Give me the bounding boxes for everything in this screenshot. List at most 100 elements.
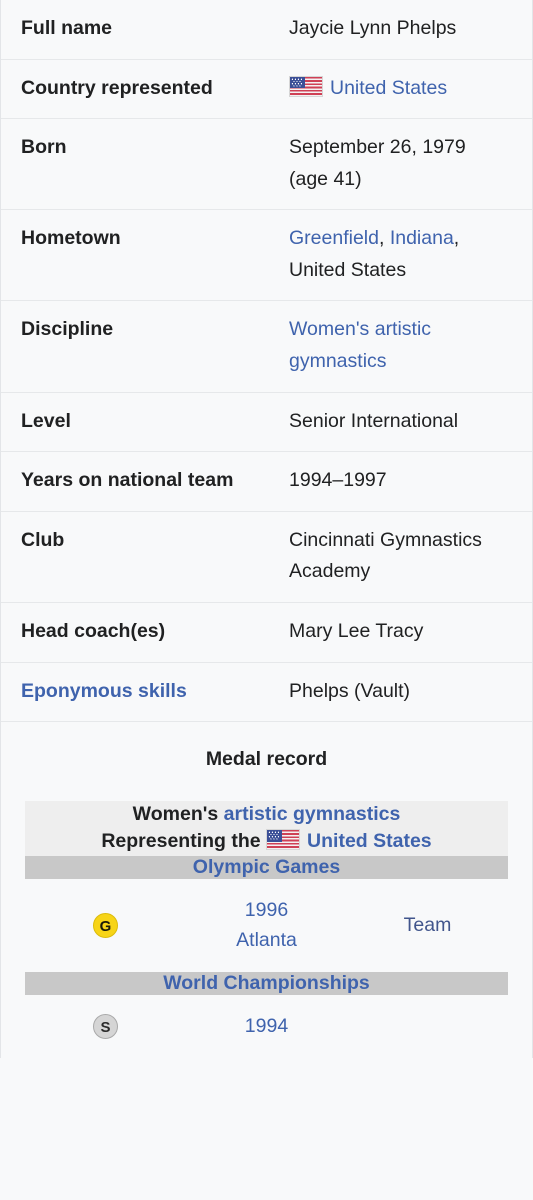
games-line: Atlanta — [236, 929, 297, 952]
value-line: 1994–1997 — [289, 465, 512, 497]
link-indiana[interactable]: Indiana — [390, 227, 454, 249]
text-fragment: United States — [289, 258, 407, 281]
medal-representing-row: Representing the United States — [25, 828, 508, 856]
text-fragment: Mary Lee Tracy — [289, 619, 424, 642]
infobox-label-full-name: Full name — [21, 17, 113, 39]
medal-entry-row: G 1996 Atlanta Team — [25, 878, 508, 973]
infobox-value: Senior International — [277, 391, 532, 452]
infobox-label-eponymous-skills[interactable]: Eponymous skills — [1, 661, 277, 722]
medal-event-header: World Championships — [25, 972, 508, 996]
discipline-prefix: Women's — [132, 803, 219, 826]
value-line: Academy — [289, 556, 512, 588]
value-line: Greenfield, Indiana, — [289, 223, 512, 255]
silver-medal-icon: S — [93, 1014, 118, 1040]
athlete-infobox: Full name Jaycie Lynn Phelps Country repre… — [0, 0, 533, 1059]
medal-event-cell — [347, 995, 508, 1059]
text-fragment: , — [453, 227, 460, 250]
medal-representing: Representing the United States — [25, 828, 508, 856]
games-link[interactable]: 1994 — [186, 1011, 347, 1042]
medal-entry-row: S 1994 — [25, 995, 508, 1059]
value-line: United States — [289, 255, 512, 287]
event-link-world-championships[interactable]: World Championships — [163, 972, 370, 994]
infobox-row: Country represented United States — [1, 58, 532, 119]
text-fragment: 1994–1997 — [289, 469, 387, 492]
medal-discipline-row: Women's artistic gymnastics — [25, 801, 508, 829]
text-fragment: September 26, 1979 — [289, 136, 466, 159]
games-line: 1994 — [244, 1015, 289, 1038]
infobox-row: Level Senior International — [1, 391, 532, 452]
infobox-row: Born September 26, 1979 (age 41) — [1, 118, 532, 210]
infobox-row: Full name Jaycie Lynn Phelps — [1, 0, 532, 59]
link-greenfield[interactable]: Greenfield — [289, 227, 379, 249]
medal-table-cell: Women's artistic gymnastics Representing … — [1, 801, 532, 1059]
medal-event-cell: Team — [347, 878, 508, 973]
medal-games-cell: 1996 Atlanta — [186, 878, 347, 973]
games-link[interactable]: 1996 Atlanta — [186, 895, 347, 957]
text-fragment: , — [378, 227, 390, 250]
infobox-label-hometown: Hometown — [1, 209, 277, 301]
medal-table-row: Women's artistic gymnastics Representing … — [1, 801, 532, 1059]
medal-event-header-row: Olympic Games — [25, 855, 508, 879]
infobox-value: United States — [277, 58, 532, 119]
text-fragment: (age 41) — [289, 167, 362, 190]
value-line: Women's artistic gymnastics — [289, 314, 512, 377]
infobox-value: Jaycie Lynn Phelps — [277, 0, 532, 59]
eponymous-skills-link[interactable]: Eponymous skills — [21, 680, 187, 702]
infobox-label-discipline: Discipline — [1, 300, 277, 393]
text-fragment: Phelps (Vault) — [289, 679, 411, 702]
value-line: September 26, 1979 — [289, 132, 512, 164]
infobox-row: Club Cincinnati Gymnastics Academy — [1, 510, 532, 603]
medal-event-header: Olympic Games — [25, 855, 508, 879]
infobox-value: Greenfield, Indiana, United States — [277, 209, 532, 301]
infobox-row: Years on national team 1994–1997 — [1, 451, 532, 512]
medal-event-name: Team — [403, 914, 452, 937]
infobox-value: Cincinnati Gymnastics Academy — [277, 510, 532, 603]
text-fragment: Senior International — [289, 409, 459, 432]
representing-prefix: Representing the — [101, 830, 261, 853]
infobox-label-country-represented: Country represented — [1, 58, 277, 119]
infobox-row: Eponymous skills Phelps (Vault) — [1, 661, 532, 722]
infobox-value: Women's artistic gymnastics — [277, 300, 532, 393]
value-line: Mary Lee Tracy — [289, 616, 512, 648]
infobox-row: Head coach(es) Mary Lee Tracy — [1, 601, 532, 663]
infobox-body: Full name Jaycie Lynn Phelps Country repre… — [1, 0, 532, 1059]
medal-event-header-row: World Championships — [25, 972, 508, 996]
medal-record-header-row: Medal record — [1, 721, 532, 802]
infobox-table: Full name Jaycie Lynn Phelps Country repre… — [1, 0, 532, 1059]
infobox-label-head-coach-es: Head coach(es) — [1, 601, 277, 663]
representing-country-link[interactable]: United States — [307, 830, 432, 852]
value-line: Senior International — [289, 406, 512, 438]
gold-medal-icon: G — [93, 913, 118, 939]
infobox-label-club: Club — [1, 510, 277, 603]
infobox-value: Mary Lee Tracy — [277, 601, 532, 663]
artistic-gymnastics-link[interactable]: artistic gymnastics — [224, 803, 401, 825]
us-flag-icon — [289, 75, 323, 97]
infobox-label-years-on-national-team: Years on national team — [1, 451, 277, 512]
infobox-value: September 26, 1979 (age 41) — [277, 118, 532, 210]
medal-icon-cell: S — [25, 995, 186, 1059]
infobox-row: Hometown Greenfield, Indiana, United State… — [1, 209, 532, 301]
games-line: 1996 — [244, 898, 289, 921]
infobox-row: Discipline Women's artistic gymnastics — [1, 300, 532, 393]
infobox-value: Phelps (Vault) — [277, 661, 532, 722]
us-flag-icon — [266, 829, 301, 851]
value-line: Cincinnati Gymnastics — [289, 525, 512, 557]
link-united-states[interactable]: United States — [330, 77, 447, 99]
value-line: Phelps (Vault) — [289, 676, 512, 708]
value-line: United States — [289, 73, 512, 105]
value-line: Jaycie Lynn Phelps — [289, 13, 512, 45]
link-women-s-artistic-gymnastics[interactable]: Women's artistic gymnastics — [289, 318, 431, 372]
infobox-label-level: Level — [1, 391, 277, 452]
medal-icon-cell: G — [25, 878, 186, 973]
infobox-label-born: Born — [1, 118, 277, 210]
medal-record-title: Medal record — [1, 721, 532, 802]
medal-record-table: Women's artistic gymnastics Representing … — [25, 801, 508, 1059]
text-fragment: Cincinnati Gymnastics — [289, 528, 482, 551]
text-fragment: Jaycie Lynn Phelps — [289, 17, 457, 39]
medal-games-cell: 1994 — [186, 995, 347, 1059]
medal-discipline: Women's artistic gymnastics — [25, 801, 508, 829]
text-fragment: Academy — [289, 560, 371, 583]
event-link-olympic-games[interactable]: Olympic Games — [193, 856, 340, 878]
value-line: (age 41) — [289, 164, 512, 196]
infobox-value: 1994–1997 — [277, 451, 532, 512]
